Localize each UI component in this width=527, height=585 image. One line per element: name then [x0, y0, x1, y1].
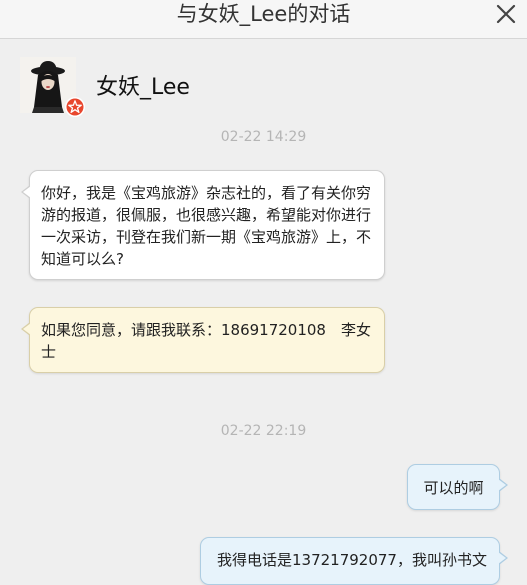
outgoing-message-bubble[interactable]: 可以的啊 — [407, 464, 508, 510]
incoming-message-bubble[interactable]: 你好，我是《宝鸡旅游》杂志社的，看了有关你穷游的报道，很佩服，也很感兴趣，希望能… — [21, 170, 385, 280]
message-text: 我得电话是13721792077，我叫孙书文 — [217, 551, 487, 569]
close-icon[interactable] — [493, 1, 519, 27]
contact-info: 女妖_Lee — [20, 57, 420, 117]
verified-badge-icon — [64, 96, 86, 118]
incoming-message-bubble[interactable]: 如果您同意，请跟我联系：18691720108 李女士 — [21, 307, 385, 373]
message-text: 可以的啊 — [423, 479, 484, 497]
message-text: 如果您同意，请跟我联系：18691720108 李女士 — [41, 321, 371, 361]
bubble-tail — [498, 478, 508, 492]
bubble-tail — [498, 551, 508, 565]
contact-name: 女妖_Lee — [96, 75, 190, 100]
bubble-tail — [21, 185, 31, 199]
message-timestamp: 02-22 14:29 — [220, 129, 307, 145]
dialog-title: 与女妖_Lee的对话 — [176, 2, 351, 26]
dialog-header: 与女妖_Lee的对话 — [0, 0, 527, 39]
outgoing-message-bubble[interactable]: 我得电话是13721792077，我叫孙书文 — [200, 537, 508, 585]
message-timestamp: 02-22 22:19 — [220, 423, 307, 439]
message-text: 你好，我是《宝鸡旅游》杂志社的，看了有关你穷游的报道，很佩服，也很感兴趣，希望能… — [41, 184, 372, 268]
bubble-tail — [21, 322, 31, 336]
